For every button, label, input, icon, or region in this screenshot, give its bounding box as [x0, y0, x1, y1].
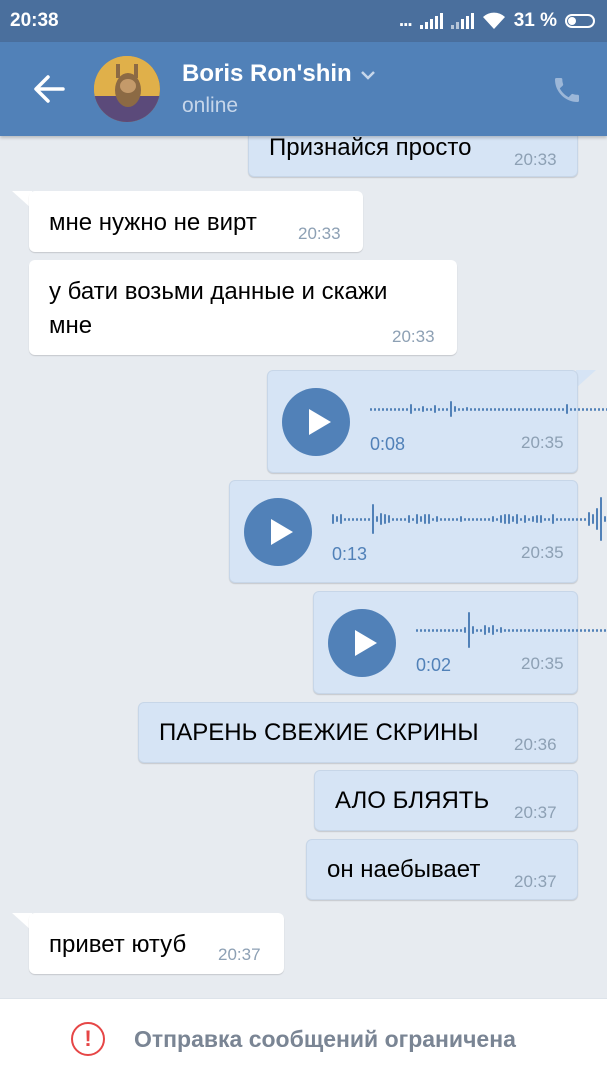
message-bubble-out[interactable]: АЛО БЛЯЯТЬ 20:37: [314, 770, 578, 831]
message-text-line: у бати возьми данные и скажи: [49, 278, 388, 305]
wifi-icon: [482, 12, 505, 29]
message-time: 20:33: [298, 224, 341, 243]
voice-waveform[interactable]: [416, 612, 607, 648]
phone-icon[interactable]: [551, 74, 583, 106]
contact-name-text: Boris Ron'shin: [182, 60, 352, 87]
battery-percent: 31 %: [513, 10, 557, 31]
play-button[interactable]: [244, 498, 312, 566]
message-text: АЛО БЛЯЯТЬ: [335, 787, 490, 814]
voice-duration: 0:02: [416, 655, 452, 675]
status-icons: ... 31 %: [399, 10, 595, 32]
message-time: 20:35: [521, 433, 564, 452]
message-time: 20:37: [514, 803, 557, 822]
message-bubble-in[interactable]: у бати возьми данные и скажи мне 20:33: [29, 260, 457, 355]
message-bubble-in[interactable]: привет ютуб 20:37: [29, 913, 284, 974]
message-time: 20:35: [521, 543, 564, 562]
message-time: 20:37: [514, 872, 557, 891]
voice-duration: 0:08: [370, 434, 406, 454]
bubble-tail: [576, 370, 596, 388]
voice-waveform[interactable]: [370, 394, 607, 424]
contact-name[interactable]: Boris Ron'shin: [182, 60, 376, 88]
signal-icon-2: [450, 13, 474, 29]
message-bubble-in[interactable]: мне нужно не вирт 20:33: [29, 191, 363, 252]
alert-circle-icon: !: [71, 1022, 105, 1056]
message-time: 20:37: [218, 945, 261, 964]
voice-message[interactable]: 0:13 20:35: [229, 480, 606, 583]
play-button[interactable]: [282, 388, 350, 456]
message-time: 20:33: [514, 150, 557, 169]
message-text: он наебывает: [327, 856, 481, 883]
voice-message[interactable]: 0:08 20:35: [267, 370, 607, 473]
voice-waveform[interactable]: [332, 497, 607, 541]
restriction-text: Отправка сообщений ограничена: [134, 1026, 516, 1052]
voice-duration: 0:13: [332, 544, 368, 564]
message-time: 20:33: [392, 327, 435, 346]
battery-icon: [565, 14, 595, 28]
message-text: ПАРЕНЬ СВЕЖИЕ СКРИНЫ: [159, 719, 479, 746]
signal-icon: [419, 13, 443, 29]
message-text-line: мне: [49, 312, 93, 339]
play-button[interactable]: [328, 609, 396, 677]
message-text: привет ютуб: [49, 931, 187, 958]
message-text: Признайся просто: [269, 134, 472, 161]
status-bar: 20:38 ... 31 %: [0, 0, 607, 42]
message-bubble-out[interactable]: он наебывает 20:37: [306, 839, 578, 900]
status-time: 20:38: [10, 10, 59, 31]
message-text: мне нужно не вирт: [49, 209, 257, 236]
notification-dots: ...: [398, 10, 413, 31]
messaging-restricted-bar: ! Отправка сообщений ограничена: [0, 998, 607, 1081]
back-arrow-icon[interactable]: [32, 73, 66, 105]
contact-status: online: [182, 94, 239, 117]
message-time: 20:36: [514, 735, 557, 754]
chat-header: Boris Ron'shin online: [0, 42, 607, 136]
chevron-down-icon: [360, 70, 375, 80]
message-bubble-out[interactable]: ПАРЕНЬ СВЕЖИЕ СКРИНЫ 20:36: [138, 702, 578, 763]
message-time: 20:35: [521, 654, 564, 673]
avatar[interactable]: [94, 56, 160, 122]
voice-message[interactable]: 0:02 20:35: [313, 591, 606, 694]
